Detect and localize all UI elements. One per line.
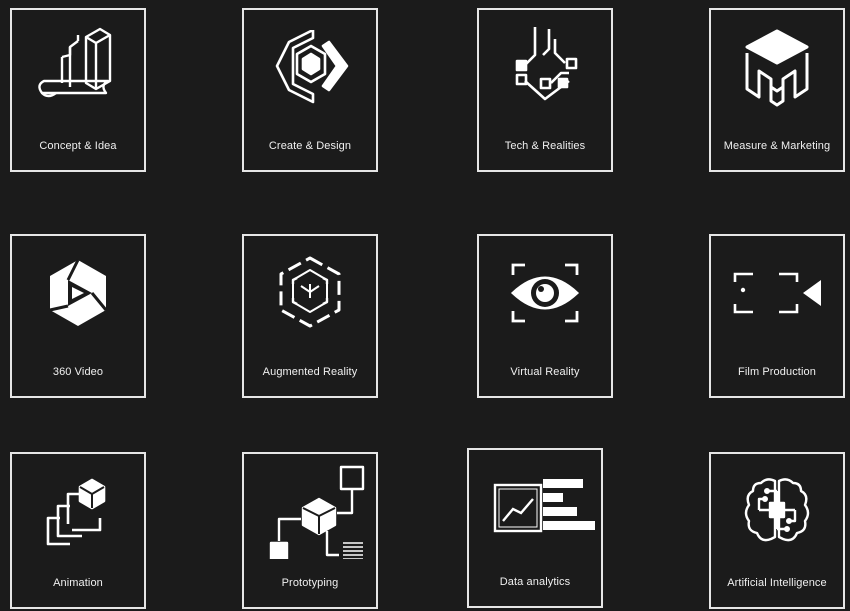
service-card-virtual-reality[interactable]: Virtual Reality (477, 234, 613, 398)
blueprint-building-icon (12, 22, 144, 112)
service-card-augmented-reality[interactable]: Augmented Reality (242, 234, 378, 398)
service-card-tech-realities[interactable]: Tech & Realities (477, 8, 613, 172)
prototype-flow-icon (244, 465, 376, 559)
ar-cube-icon (244, 248, 376, 338)
service-card-label: Concept & Idea (39, 140, 117, 152)
layered-frames-icon (12, 466, 144, 556)
service-card-measure-marketing[interactable]: Measure & Marketing (709, 8, 845, 172)
camera-frame-icon (711, 248, 843, 338)
service-card-film-production[interactable]: Film Production (709, 234, 845, 398)
play-360-icon (12, 248, 144, 338)
service-card-360-video[interactable]: 360 Video (10, 234, 146, 398)
service-card-prototyping[interactable]: Prototyping (242, 452, 378, 609)
analytics-chart-icon (469, 462, 601, 552)
eye-frame-icon (479, 248, 611, 338)
service-card-label: Prototyping (281, 577, 339, 589)
hexagon-design-icon (244, 22, 376, 112)
service-card-label: Virtual Reality (510, 366, 580, 378)
ai-brain-icon (711, 466, 843, 556)
service-card-label: Measure & Marketing (723, 140, 831, 152)
service-card-create-design[interactable]: Create & Design (242, 8, 378, 172)
service-card-label: Animation (53, 577, 103, 589)
service-card-label: Film Production (738, 366, 816, 378)
service-card-label: Augmented Reality (262, 366, 358, 378)
service-card-label: Tech & Realities (504, 140, 586, 152)
service-card-animation[interactable]: Animation (10, 452, 146, 609)
cube-m-logo-icon (711, 22, 843, 112)
service-card-label: 360 Video (52, 366, 104, 378)
service-card-artificial-intelligence[interactable]: Artificial Intelligence (709, 452, 845, 609)
service-card-data-analytics[interactable]: Data analytics (467, 448, 603, 608)
service-card-concept-idea[interactable]: Concept & Idea (10, 8, 146, 172)
service-card-label: Data analytics (499, 576, 571, 588)
service-card-label: Create & Design (268, 140, 352, 152)
service-card-label: Artificial Intelligence (727, 577, 827, 589)
circuit-board-icon (479, 22, 611, 112)
